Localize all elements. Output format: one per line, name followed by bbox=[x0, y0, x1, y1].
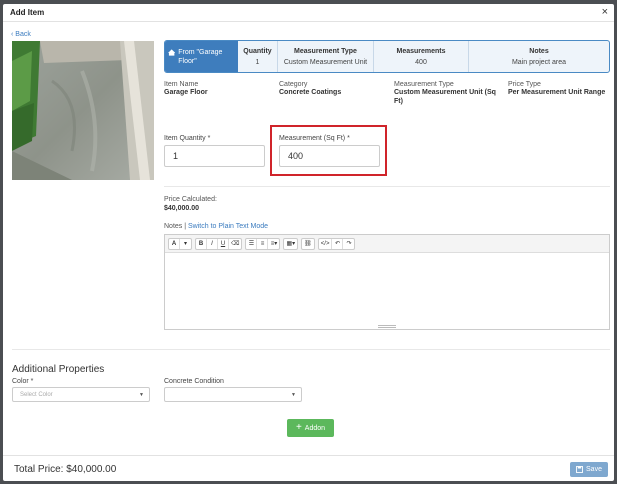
code-history-group: </> ↶ ↷ bbox=[317, 237, 356, 250]
bullet-list-icon[interactable]: ☰ bbox=[246, 238, 258, 249]
section-divider bbox=[12, 349, 610, 350]
color-select[interactable]: Select Color ▼ bbox=[12, 387, 150, 402]
modal-title: Add Item bbox=[10, 8, 45, 17]
addon-button-label: Addon bbox=[304, 424, 326, 432]
quantity-input[interactable]: 1 bbox=[164, 145, 265, 167]
list-group: ☰ ≡ ≡ ▾ bbox=[245, 237, 281, 250]
caret-down-icon: ▼ bbox=[291, 391, 296, 398]
link-group: ⛓ bbox=[301, 237, 315, 250]
back-label: Back bbox=[15, 31, 31, 38]
chevron-down-icon[interactable]: ▾ bbox=[180, 239, 191, 249]
switch-plain-text-link[interactable]: Switch to Plain Text Mode bbox=[188, 223, 268, 230]
garage-floor-image bbox=[12, 41, 154, 180]
editor-content-area[interactable] bbox=[165, 253, 609, 323]
price-calculated-label: Price Calculated: bbox=[164, 196, 217, 203]
summary-measurements: Measurements 400 bbox=[374, 41, 469, 72]
save-button[interactable]: Save bbox=[570, 462, 608, 477]
category-field: Category Concrete Coatings bbox=[279, 81, 341, 97]
summary-measurement-type: Measurement Type Custom Measurement Unit bbox=[278, 41, 374, 72]
additional-properties-title: Additional Properties bbox=[12, 364, 105, 375]
total-price: Total Price: $40,000.00 bbox=[14, 464, 117, 475]
numbered-list-icon[interactable]: ≡ bbox=[257, 238, 269, 249]
price-type-label: Price Type bbox=[508, 81, 541, 88]
italic-button[interactable]: I bbox=[207, 238, 218, 249]
undo-icon[interactable]: ↶ bbox=[332, 238, 344, 249]
save-button-label: Save bbox=[586, 466, 602, 473]
item-summary-bar: From "Garage Floor" Quantity 1 Measureme… bbox=[164, 40, 610, 73]
chevron-down-icon: ▾ bbox=[292, 241, 296, 247]
caret-down-icon: ▼ bbox=[139, 391, 144, 398]
font-color-button[interactable]: A bbox=[169, 238, 180, 249]
price-calculated-value: $40,000.00 bbox=[164, 205, 200, 212]
back-link[interactable]: ‹ Back bbox=[11, 31, 31, 38]
font-color-group: A ▾ bbox=[168, 237, 192, 250]
bold-button[interactable]: B bbox=[196, 238, 207, 249]
item-name-field: Item Name Garage Floor bbox=[164, 81, 208, 97]
summary-value: 1 bbox=[255, 58, 260, 66]
close-icon[interactable]: × bbox=[602, 7, 608, 18]
summary-header: Quantity bbox=[243, 47, 272, 55]
resize-handle[interactable] bbox=[378, 325, 396, 328]
notes-label: Notes | bbox=[164, 223, 187, 230]
floppy-disk-icon bbox=[576, 466, 583, 473]
code-view-icon[interactable]: </> bbox=[319, 238, 333, 249]
measurement-type-label: Measurement Type bbox=[394, 81, 454, 88]
addon-button[interactable]: + Addon bbox=[287, 419, 334, 437]
eraser-icon[interactable]: ⌫ bbox=[229, 239, 241, 249]
underline-button[interactable]: U bbox=[218, 238, 229, 249]
summary-header: Measurement Type bbox=[294, 47, 357, 55]
price-type-value: Per Measurement Unit Range bbox=[508, 89, 606, 96]
format-group: B I U ⌫ bbox=[195, 237, 243, 250]
table-icon[interactable]: ▦ ▾ bbox=[284, 239, 297, 249]
summary-header: Measurements bbox=[396, 47, 446, 55]
notes-label-line: Notes | Switch to Plain Text Mode bbox=[164, 223, 268, 230]
add-item-modal: Add Item × ‹ Back From "Garage Floor" Qu… bbox=[3, 4, 614, 481]
category-value: Concrete Coatings bbox=[279, 89, 342, 96]
summary-quantity: Quantity 1 bbox=[238, 41, 278, 72]
editor-toolbar: A ▾ B I U ⌫ ☰ ≡ ≡ ▾ ▦ ▾ ⛓ </> ↶ ↷ bbox=[165, 235, 609, 253]
align-icon[interactable]: ≡ ▾ bbox=[268, 239, 279, 249]
price-type-field: Price Type Per Measurement Unit Range bbox=[508, 81, 605, 97]
summary-value: 400 bbox=[415, 58, 427, 66]
summary-value: Main project area bbox=[511, 58, 567, 66]
color-label: Color * bbox=[12, 378, 34, 385]
table-group: ▦ ▾ bbox=[283, 237, 299, 250]
concrete-condition-label: Concrete Condition bbox=[164, 378, 224, 385]
measurement-type-field: Measurement Type Custom Measurement Unit… bbox=[394, 81, 504, 106]
item-photo bbox=[12, 41, 154, 180]
category-label: Category bbox=[279, 81, 308, 88]
summary-source: From "Garage Floor" bbox=[165, 41, 238, 72]
summary-header: Notes bbox=[529, 47, 549, 55]
color-select-placeholder: Select Color bbox=[20, 391, 53, 398]
measurement-type-value: Custom Measurement Unit (Sq Ft) bbox=[394, 89, 496, 105]
concrete-condition-select[interactable]: ▼ bbox=[164, 387, 302, 402]
measurement-input[interactable]: 400 bbox=[279, 145, 380, 167]
plus-icon: + bbox=[295, 422, 302, 433]
measurement-label: Measurement (Sq Ft) * bbox=[279, 135, 350, 142]
quantity-label: Item Quantity * bbox=[164, 135, 211, 142]
section-divider bbox=[164, 186, 610, 187]
summary-value: Custom Measurement Unit bbox=[283, 58, 368, 66]
notes-rich-text-editor: A ▾ B I U ⌫ ☰ ≡ ≡ ▾ ▦ ▾ ⛓ </> ↶ ↷ bbox=[164, 234, 610, 330]
modal-header: Add Item × bbox=[3, 4, 614, 22]
item-name-label: Item Name bbox=[164, 81, 199, 88]
redo-icon[interactable]: ↷ bbox=[343, 239, 354, 249]
link-icon[interactable]: ⛓ bbox=[302, 239, 314, 249]
modal-footer: Total Price: $40,000.00 Save bbox=[3, 455, 614, 481]
summary-notes: Notes Main project area bbox=[469, 41, 609, 72]
summary-source-label: From "Garage Floor" bbox=[178, 48, 223, 65]
house-icon bbox=[168, 48, 176, 56]
item-name-value: Garage Floor bbox=[164, 89, 208, 96]
chevron-down-icon: ▾ bbox=[274, 241, 278, 247]
